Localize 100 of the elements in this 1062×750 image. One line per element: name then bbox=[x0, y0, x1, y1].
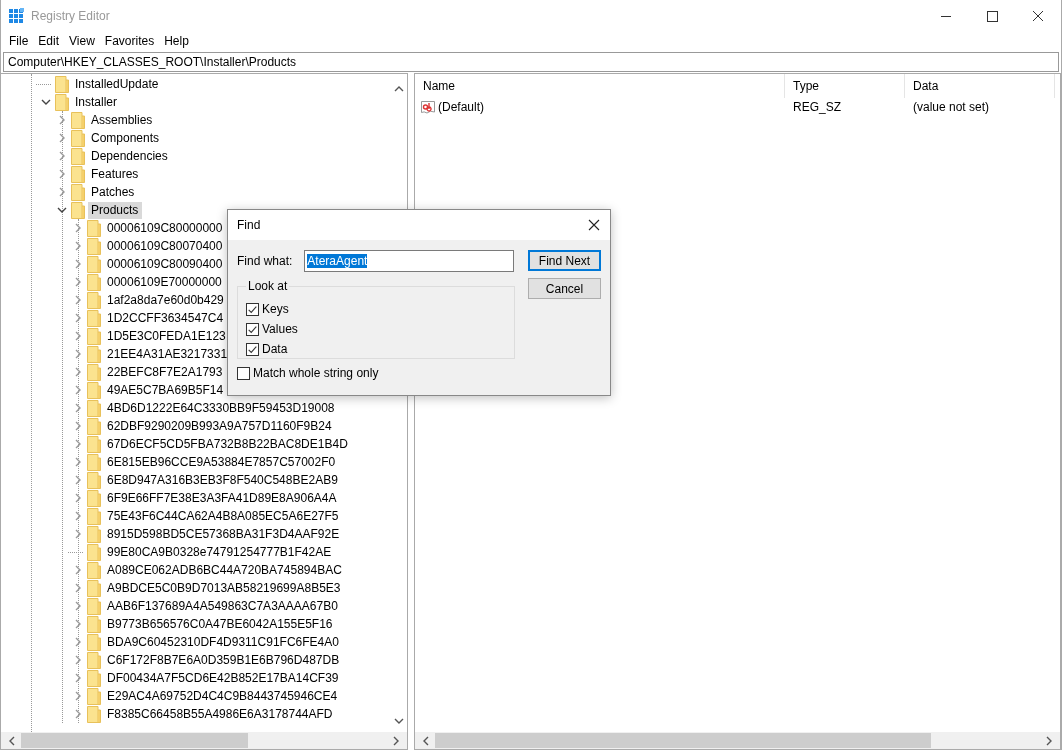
tree-item[interactable]: Installer bbox=[72, 93, 122, 111]
horizontal-scrollbar[interactable] bbox=[415, 732, 1060, 749]
tree-item[interactable]: 22BEFC8F7E2A1793 bbox=[104, 363, 226, 381]
chevron-right-icon[interactable] bbox=[73, 619, 83, 629]
chevron-right-icon[interactable] bbox=[73, 295, 83, 305]
chevron-right-icon[interactable] bbox=[73, 493, 83, 503]
chevron-right-icon[interactable] bbox=[73, 421, 83, 431]
chevron-right-icon[interactable] bbox=[57, 115, 67, 125]
scroll-down-icon[interactable] bbox=[393, 716, 404, 726]
tree-item[interactable]: Components bbox=[88, 129, 163, 147]
tree-item[interactable]: 6F9E66FF7E38E3A3FA41D89E8A906A4A bbox=[104, 489, 340, 507]
chevron-right-icon[interactable] bbox=[73, 709, 83, 719]
chevron-right-icon[interactable] bbox=[73, 241, 83, 251]
menu-item[interactable]: View bbox=[64, 34, 100, 48]
chevron-right-icon[interactable] bbox=[73, 691, 83, 701]
chevron-right-icon[interactable] bbox=[73, 601, 83, 611]
cancel-button[interactable]: Cancel bbox=[528, 278, 601, 299]
chevron-right-icon[interactable] bbox=[73, 673, 83, 683]
tree-item[interactable]: Patches bbox=[88, 183, 138, 201]
checkbox[interactable] bbox=[237, 366, 250, 380]
chevron-right-icon[interactable] bbox=[73, 439, 83, 449]
tree-item[interactable]: C6F172F8B7E6A0D359B1E6B796D487DB bbox=[104, 651, 343, 669]
chevron-right-icon[interactable] bbox=[73, 259, 83, 269]
folder-icon bbox=[87, 219, 101, 237]
scrollbar-thumb[interactable] bbox=[21, 733, 248, 748]
checkbox[interactable] bbox=[246, 302, 259, 316]
tree-item[interactable]: 1D2CCFF3634547C4 bbox=[104, 309, 227, 327]
tree-item[interactable]: Assemblies bbox=[88, 111, 156, 129]
chevron-right-icon[interactable] bbox=[73, 583, 83, 593]
tree-item[interactable]: 6E815EB96CCE9A53884E7857C57002F0 bbox=[104, 453, 339, 471]
close-icon[interactable] bbox=[588, 219, 600, 231]
scrollbar-thumb[interactable] bbox=[435, 733, 932, 748]
chevron-right-icon[interactable] bbox=[73, 565, 83, 575]
address-field[interactable]: Computer\HKEY_CLASSES_ROOT\Installer\Products bbox=[3, 52, 1059, 72]
menu-item[interactable]: File bbox=[4, 34, 34, 48]
tree-item[interactable]: 1D5E3C0FEDA1E123 bbox=[104, 327, 229, 345]
tree-item[interactable]: 67D6ECF5CD5FBA732B8B22BAC8DE1B4D bbox=[104, 435, 351, 453]
tree-item[interactable]: 8915D598BD5CE57368BA31F3D4AAF92E bbox=[104, 525, 343, 543]
scroll-right-icon[interactable] bbox=[391, 735, 401, 746]
chevron-right-icon[interactable] bbox=[73, 367, 83, 377]
chevron-right-icon[interactable] bbox=[73, 277, 83, 287]
chevron-right-icon[interactable] bbox=[73, 637, 83, 647]
scroll-right-icon[interactable] bbox=[1044, 735, 1054, 746]
chevron-right-icon[interactable] bbox=[73, 349, 83, 359]
tree-item[interactable]: 75E43F6C44CA62A4B8A085EC5A6E27F5 bbox=[104, 507, 342, 525]
menu-item[interactable]: Edit bbox=[33, 34, 65, 48]
chevron-right-icon[interactable] bbox=[73, 385, 83, 395]
chevron-right-icon[interactable] bbox=[57, 133, 67, 143]
tree-item[interactable]: Dependencies bbox=[88, 147, 171, 165]
tree-item[interactable]: 62DBF9290209B993A9A757D1160F9B24 bbox=[104, 417, 335, 435]
tree-item[interactable]: DF00434A7F5CD6E42B852E17BA14CF39 bbox=[104, 669, 342, 687]
chevron-right-icon[interactable] bbox=[73, 511, 83, 521]
tree-item[interactable]: 21EE4A31AE3217331 bbox=[104, 345, 231, 363]
tree-item[interactable]: BDA9C60452310DF4D9311C91FC6FE4A0 bbox=[104, 633, 342, 651]
tree-item[interactable]: 00006109C80070400 bbox=[104, 237, 226, 255]
horizontal-scrollbar[interactable] bbox=[1, 732, 407, 749]
chevron-right-icon[interactable] bbox=[73, 223, 83, 233]
chevron-right-icon[interactable] bbox=[73, 403, 83, 413]
column-header[interactable]: Type bbox=[785, 74, 905, 98]
folder-icon bbox=[87, 471, 101, 489]
checkbox-label: Keys bbox=[262, 302, 289, 316]
chevron-right-icon[interactable] bbox=[57, 169, 67, 179]
search-field[interactable]: AteraAgent bbox=[304, 250, 515, 272]
tree-item[interactable]: F8385C66458B55A4986E6A3178744AFD bbox=[104, 705, 336, 723]
chevron-down-icon[interactable] bbox=[57, 205, 67, 215]
chevron-right-icon[interactable] bbox=[73, 313, 83, 323]
tree-item[interactable]: InstalledUpdate bbox=[72, 75, 162, 93]
menu-item[interactable]: Help bbox=[159, 34, 194, 48]
menu-item[interactable]: Favorites bbox=[99, 34, 160, 48]
tree-item[interactable]: 00006109C80000000 bbox=[104, 219, 226, 237]
chevron-right-icon[interactable] bbox=[73, 457, 83, 467]
tree-item[interactable]: E29AC4A69752D4C4C9B8443745946CE4 bbox=[104, 687, 341, 705]
tree-item[interactable]: 4BD6D1222E64C3330BB9F59453D19008 bbox=[104, 399, 338, 417]
chevron-down-icon[interactable] bbox=[41, 97, 51, 107]
chevron-right-icon[interactable] bbox=[73, 529, 83, 539]
tree-item[interactable]: A089CE062ADB6BC44A720BA745894BAC bbox=[104, 561, 345, 579]
tree-item[interactable]: 00006109E70000000 bbox=[104, 273, 225, 291]
scroll-left-icon[interactable] bbox=[421, 735, 431, 746]
tree-item[interactable]: AAB6F137689A4A549863C7A3AAAA67B0 bbox=[104, 597, 341, 615]
scroll-up-icon[interactable] bbox=[393, 84, 404, 94]
tree-item[interactable]: A9BDCE5C0B9D7013AB58219699A8B5E3 bbox=[104, 579, 344, 597]
find-next-button[interactable]: Find Next bbox=[528, 250, 601, 271]
tree-item[interactable]: Products bbox=[88, 201, 143, 219]
chevron-right-icon[interactable] bbox=[73, 655, 83, 665]
column-header[interactable]: Name bbox=[415, 74, 785, 98]
checkbox[interactable] bbox=[246, 342, 259, 356]
tree-item[interactable]: Features bbox=[88, 165, 142, 183]
scroll-left-icon[interactable] bbox=[7, 735, 17, 746]
chevron-right-icon[interactable] bbox=[73, 475, 83, 485]
tree-item[interactable]: 6E8D947A316B3EB3F8F540C548BE2AB9 bbox=[104, 471, 341, 489]
chevron-right-icon[interactable] bbox=[73, 331, 83, 341]
tree-item[interactable]: 00006109C80090400 bbox=[104, 255, 226, 273]
chevron-right-icon[interactable] bbox=[57, 151, 67, 161]
tree-item[interactable]: 49AE5C7BA69B5F14 bbox=[104, 381, 227, 399]
tree-item[interactable]: 99E80CA9B0328e74791254777B1F42AE bbox=[104, 543, 335, 561]
tree-item[interactable]: B9773B656576C0A47BE6042A155E5F16 bbox=[104, 615, 336, 633]
column-header[interactable]: Data bbox=[905, 74, 1055, 98]
chevron-right-icon[interactable] bbox=[57, 187, 67, 197]
tree-item[interactable]: 1af2a8da7e60d0b429 bbox=[104, 291, 227, 309]
checkbox[interactable] bbox=[246, 322, 259, 336]
